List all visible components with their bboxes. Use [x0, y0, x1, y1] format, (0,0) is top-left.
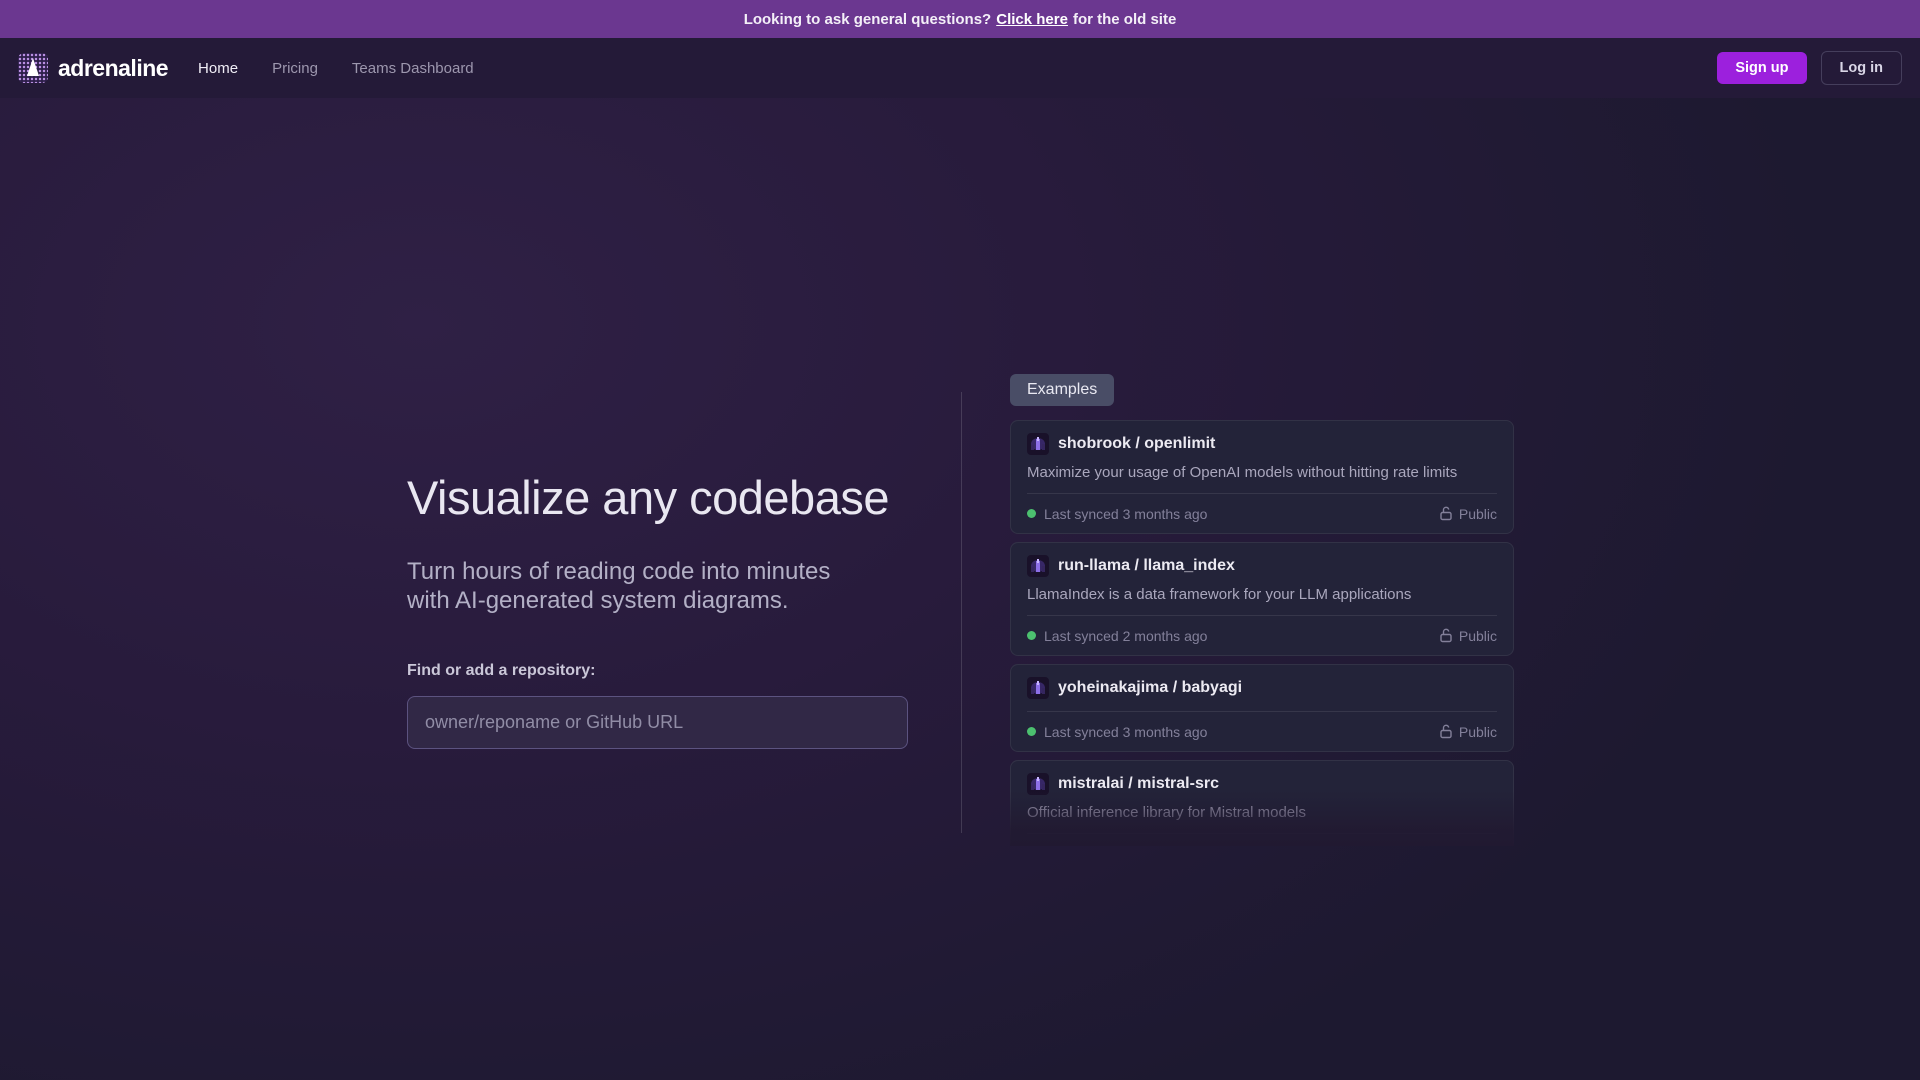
hero-subtitle-line1: Turn hours of reading code into minutes	[407, 557, 927, 586]
sync-status-text: Last synced 2 months ago	[1044, 628, 1207, 644]
repo-avatar	[1027, 677, 1049, 699]
repo-name: mistralai / mistral-src	[1058, 775, 1219, 793]
repo-search-input[interactable]	[407, 696, 908, 749]
visibility-text: Public	[1459, 628, 1497, 644]
visibility-text: Public	[1459, 724, 1497, 740]
shobrook-avatar-icon	[1027, 555, 1049, 577]
repo-card-footer: Last synced 2 months ago Public	[1027, 615, 1497, 655]
sync-status: Last synced 3 months ago	[1027, 724, 1207, 740]
page-title: Visualize any codebase	[407, 470, 927, 525]
lock-icon	[1439, 628, 1453, 643]
repo-card-footer: Last synced 3 months ago Public	[1027, 493, 1497, 533]
hero-subtitle-line2: with AI-generated system diagrams.	[407, 586, 927, 615]
repo-card-footer: Failed to sync Public	[1027, 833, 1497, 846]
repo-avatar	[1027, 773, 1049, 795]
shobrook-avatar-icon	[1027, 773, 1049, 795]
hero-section: Visualize any codebase Turn hours of rea…	[407, 470, 927, 749]
repo-card[interactable]: mistralai / mistral-src Official inferen…	[1010, 760, 1514, 846]
brand-logo[interactable]: adrenaline	[18, 53, 168, 83]
log-in-button[interactable]: Log in	[1821, 51, 1903, 85]
hero-subtitle: Turn hours of reading code into minutes …	[407, 557, 927, 615]
sync-status: Failed to sync	[1027, 846, 1130, 847]
examples-list: shobrook / openlimit Maximize your usage…	[1010, 420, 1514, 846]
nav-links: Home Pricing Teams Dashboard	[198, 60, 474, 77]
sync-status-dot-icon	[1027, 509, 1036, 518]
visibility-badge: Public	[1439, 724, 1497, 740]
repo-description: LlamaIndex is a data framework for your …	[1027, 586, 1497, 603]
repo-card-header: mistralai / mistral-src	[1027, 773, 1497, 795]
visibility-badge: Public	[1439, 846, 1497, 847]
sync-status-text: Last synced 3 months ago	[1044, 506, 1207, 522]
repo-avatar	[1027, 433, 1049, 455]
sync-status: Last synced 2 months ago	[1027, 628, 1207, 644]
shobrook-avatar-icon	[1027, 433, 1049, 455]
visibility-text: Public	[1459, 846, 1497, 847]
lock-icon	[1439, 506, 1453, 521]
nav-link-pricing[interactable]: Pricing	[272, 60, 318, 77]
sync-status-text: Failed to sync	[1044, 846, 1130, 847]
repo-card[interactable]: run-llama / llama_index LlamaIndex is a …	[1010, 542, 1514, 656]
repo-search-label: Find or add a repository:	[407, 662, 927, 680]
repo-card[interactable]: shobrook / openlimit Maximize your usage…	[1010, 420, 1514, 534]
repo-card-header: yoheinakajima / babyagi	[1027, 677, 1497, 699]
repo-name: yoheinakajima / babyagi	[1058, 679, 1242, 697]
repo-card-header: run-llama / llama_index	[1027, 555, 1497, 577]
nav-link-home[interactable]: Home	[198, 60, 238, 77]
repo-description: Official inference library for Mistral m…	[1027, 804, 1497, 821]
sign-up-button[interactable]: Sign up	[1717, 52, 1806, 84]
repo-description: Maximize your usage of OpenAI models wit…	[1027, 464, 1497, 481]
announcement-banner: Looking to ask general questions? Click …	[0, 0, 1920, 38]
repo-name: run-llama / llama_index	[1058, 557, 1235, 575]
visibility-badge: Public	[1439, 506, 1497, 522]
examples-button[interactable]: Examples	[1010, 374, 1114, 406]
repo-name: shobrook / openlimit	[1058, 435, 1215, 453]
banner-text-before: Looking to ask general questions?	[744, 11, 992, 28]
sync-status-text: Last synced 3 months ago	[1044, 724, 1207, 740]
nav-link-teams-dashboard[interactable]: Teams Dashboard	[352, 60, 474, 77]
banner-text-after: for the old site	[1073, 11, 1176, 28]
lock-icon	[1439, 724, 1453, 739]
section-divider	[961, 392, 962, 833]
adrenaline-logo-icon	[18, 53, 48, 83]
banner-old-site-link[interactable]: Click here	[996, 11, 1068, 28]
top-nav: adrenaline Home Pricing Teams Dashboard …	[0, 38, 1920, 98]
sync-status: Last synced 3 months ago	[1027, 506, 1207, 522]
repo-card-header: shobrook / openlimit	[1027, 433, 1497, 455]
shobrook-avatar-icon	[1027, 677, 1049, 699]
repo-avatar	[1027, 555, 1049, 577]
repo-card-footer: Last synced 3 months ago Public	[1027, 711, 1497, 751]
visibility-text: Public	[1459, 506, 1497, 522]
repo-card[interactable]: yoheinakajima / babyagi Last synced 3 mo…	[1010, 664, 1514, 752]
visibility-badge: Public	[1439, 628, 1497, 644]
sync-status-dot-icon	[1027, 631, 1036, 640]
brand-name: adrenaline	[58, 55, 168, 82]
sync-status-dot-icon	[1027, 727, 1036, 736]
